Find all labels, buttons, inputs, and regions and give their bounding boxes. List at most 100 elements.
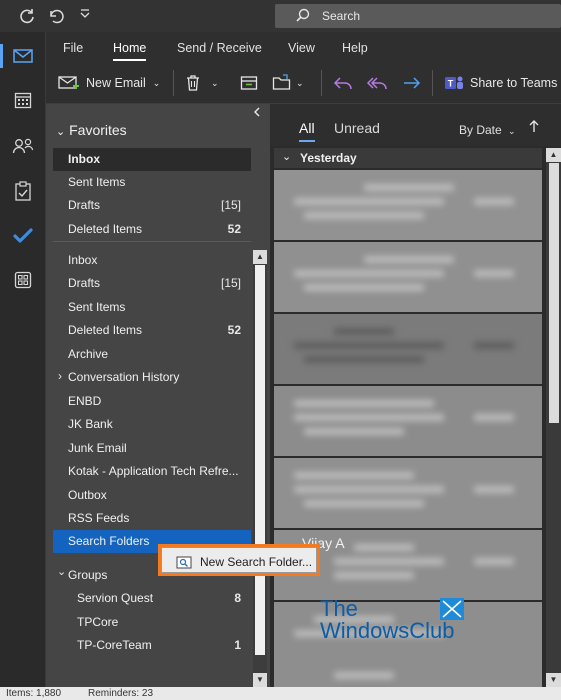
sync-icon[interactable]: [18, 7, 36, 25]
search-placeholder: Search: [322, 9, 361, 23]
delete-button[interactable]: ⌄: [185, 70, 219, 96]
group-servion-quest[interactable]: Servion Quest 8: [53, 587, 251, 610]
status-bar: Items: 1,880 Reminders: 23: [0, 687, 561, 700]
app-rail: [0, 32, 46, 687]
scrollbar-thumb[interactable]: [255, 265, 265, 655]
reply-all-icon: [366, 77, 387, 90]
sort-direction-icon[interactable]: [529, 119, 539, 137]
chevron-down-icon[interactable]: ⌄: [153, 78, 161, 89]
tab-help[interactable]: Help: [342, 41, 368, 55]
folder-inbox[interactable]: Inbox: [53, 249, 251, 272]
ribbon-tabs: File Home Send / Receive View Help: [46, 32, 561, 62]
forward-button[interactable]: [402, 70, 422, 96]
folder-label: Kotak - Application Tech Refre...: [68, 464, 239, 478]
archive-icon: [240, 76, 258, 90]
new-email-button[interactable]: New Email ⌄: [58, 70, 160, 96]
folder-pane: ⌄ Favorites Inbox Sent Items Drafts [15]…: [46, 104, 270, 687]
favorite-folder-drafts[interactable]: Drafts [15]: [53, 194, 251, 217]
share-to-teams-button[interactable]: T Share to Teams: [444, 70, 557, 96]
message-item[interactable]: [274, 386, 542, 456]
folder-rss-feeds[interactable]: RSS Feeds: [53, 507, 251, 530]
chevron-down-icon: ⌄: [57, 566, 67, 578]
people-icon[interactable]: [8, 132, 38, 160]
chevron-down-icon[interactable]: ⌄: [211, 78, 219, 89]
favorites-divider: [53, 241, 251, 242]
folder-outbox[interactable]: Outbox: [53, 484, 251, 507]
scroll-down-arrow-icon[interactable]: ▼: [253, 673, 267, 687]
customize-quick-access-icon[interactable]: [76, 7, 94, 25]
scroll-up-arrow-icon[interactable]: ▲: [253, 250, 267, 264]
watermark-shield-icon: [440, 598, 464, 620]
folder-deleted-items[interactable]: Deleted Items 52: [53, 319, 251, 342]
folder-scrollbar[interactable]: ▲ ▼: [253, 250, 267, 687]
ribbon-divider: [173, 70, 174, 96]
message-item[interactable]: [274, 314, 542, 384]
tasks-icon[interactable]: [8, 177, 38, 205]
move-folder-icon: [272, 74, 291, 90]
reply-all-button[interactable]: [366, 70, 388, 96]
folder-sent-items[interactable]: Sent Items: [53, 296, 251, 319]
tab-send-receive[interactable]: Send / Receive: [177, 41, 262, 55]
folder-drafts[interactable]: Drafts [15]: [53, 272, 251, 295]
calendar-icon[interactable]: [8, 86, 38, 114]
mail-icon[interactable]: [0, 42, 38, 70]
tab-home[interactable]: Home: [113, 41, 147, 61]
folder-count: 52: [227, 222, 241, 236]
share-to-teams-label: Share to Teams: [470, 76, 558, 90]
filter-unread-tab[interactable]: Unread: [334, 120, 380, 136]
group-tpcore[interactable]: TPCore: [53, 611, 251, 634]
message-list-scrollbar[interactable]: ▲ ▼: [546, 148, 561, 687]
chevron-down-icon: ⌄: [56, 126, 66, 138]
teams-icon: T: [445, 76, 463, 89]
collapse-pane-icon[interactable]: [252, 106, 266, 120]
folder-enbd[interactable]: ENBD: [53, 390, 251, 413]
move-button[interactable]: ⌄: [272, 70, 304, 96]
folder-jk-bank[interactable]: JK Bank: [53, 413, 251, 436]
favorites-header[interactable]: ⌄ Favorites: [56, 122, 127, 138]
date-group-header[interactable]: ⌄ Yesterday: [274, 148, 542, 168]
folder-count: 52: [227, 323, 241, 337]
message-item[interactable]: [274, 170, 542, 240]
chevron-down-icon[interactable]: ⌄: [296, 78, 304, 89]
tab-file[interactable]: File: [63, 41, 83, 55]
favorite-folder-inbox[interactable]: Inbox: [53, 148, 251, 171]
group-tp-coreteam[interactable]: TP-CoreTeam 1: [53, 634, 251, 657]
archive-button[interactable]: [240, 70, 258, 96]
ribbon-divider: [321, 70, 322, 96]
favorite-folder-sent-items[interactable]: Sent Items: [53, 171, 251, 194]
filter-all-tab[interactable]: All: [299, 120, 315, 142]
reply-button[interactable]: [333, 70, 353, 96]
folder-label: Drafts: [68, 276, 101, 290]
favorite-folder-deleted-items[interactable]: Deleted Items 52: [53, 218, 251, 241]
folder-label: ENBD: [68, 394, 102, 408]
folder-count: [15]: [220, 276, 241, 290]
search-folder-icon: [176, 556, 192, 569]
folder-archive[interactable]: Archive: [53, 343, 251, 366]
scroll-down-arrow-icon[interactable]: ▼: [546, 673, 561, 687]
ribbon-commands: New Email ⌄ ⌄ ⌄ T Share to Teams: [46, 62, 561, 104]
folder-kotak[interactable]: Kotak - Application Tech Refre...: [53, 460, 251, 483]
title-bar: Search: [0, 0, 561, 32]
chevron-right-icon[interactable]: ›: [58, 369, 62, 383]
apps-icon[interactable]: [8, 266, 38, 294]
scrollbar-thumb[interactable]: [549, 163, 559, 423]
folder-junk-email[interactable]: Junk Email: [53, 437, 251, 460]
message-item[interactable]: [274, 458, 542, 528]
new-email-label: New Email: [86, 76, 146, 90]
new-search-folder-menu-item[interactable]: New Search Folder...: [161, 547, 317, 573]
sort-by-date-button[interactable]: By Date ⌄: [459, 123, 516, 137]
item-count: Items: 1,880: [6, 688, 62, 699]
folder-label: Deleted Items: [68, 323, 143, 337]
reminders-count[interactable]: Reminders: 23: [88, 687, 153, 700]
scroll-up-arrow-icon[interactable]: ▲: [546, 148, 561, 162]
folder-conversation-history[interactable]: › Conversation History: [53, 366, 251, 389]
search-box[interactable]: Search: [275, 4, 561, 28]
folder-label: Sent Items: [68, 300, 126, 314]
todo-icon[interactable]: [8, 222, 38, 250]
folder-label: Archive: [68, 347, 109, 361]
group-header-label: Yesterday: [300, 151, 357, 165]
tab-view[interactable]: View: [288, 41, 315, 55]
undo-icon[interactable]: [46, 7, 64, 25]
message-item[interactable]: [274, 242, 542, 312]
folder-label: Drafts: [68, 198, 101, 212]
